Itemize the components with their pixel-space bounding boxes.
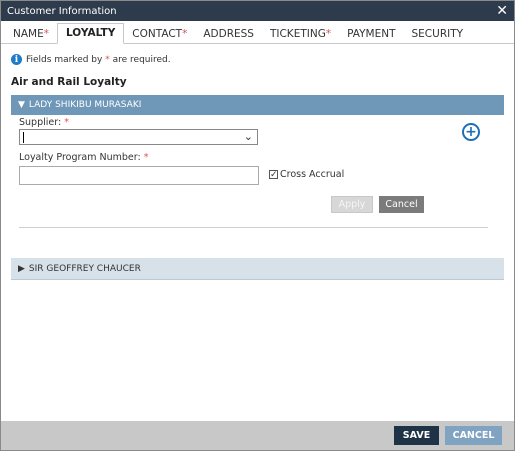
tab-label: NAME — [13, 28, 44, 40]
required-fields-notice: i Fields marked by * are required. — [11, 54, 514, 65]
tab-ticketing[interactable]: TICKETING* — [262, 25, 339, 43]
traveler-name: SIR GEOFFREY CHAUCER — [28, 263, 141, 274]
cancel-button[interactable]: CANCEL — [445, 426, 502, 445]
tab-address[interactable]: ADDRESS — [195, 25, 262, 43]
cross-accrual-option[interactable]: ✓ Cross Accrual — [269, 169, 344, 180]
required-marker: * — [105, 54, 110, 65]
required-marker: * — [43, 28, 49, 40]
loyalty-number-input[interactable] — [19, 166, 259, 185]
tab-label: SECURITY — [411, 28, 464, 40]
tab-contact[interactable]: CONTACT* — [124, 25, 195, 43]
tab-label: PAYMENT — [347, 28, 396, 40]
tab-label: TICKETING — [269, 28, 326, 40]
traveler-name: LADY SHIKIBU MURASAKI — [28, 100, 142, 110]
traveler-panel-header[interactable]: ▼ LADY SHIKIBU MURASAKI — [11, 95, 504, 115]
loyalty-form: Supplier: * ⌄ + Loyalty Program Number: … — [11, 115, 504, 245]
tab-label: CONTACT — [132, 28, 183, 40]
apply-button[interactable]: Apply — [331, 196, 373, 213]
window-title: Customer Information — [7, 5, 117, 17]
title-bar: Customer Information ✕ — [1, 1, 514, 21]
tab-bar: NAME* LOYALTY CONTACT* ADDRESS TICKETING… — [1, 21, 514, 44]
loyalty-number-label: Loyalty Program Number: * — [19, 152, 148, 163]
chevron-down-icon[interactable]: ⌄ — [244, 130, 253, 143]
label-text: Supplier: — [19, 117, 62, 128]
tab-loyalty[interactable]: LOYALTY — [56, 23, 125, 44]
text-cursor — [23, 132, 24, 143]
cancel-loyalty-button[interactable]: Cancel — [379, 196, 424, 213]
supplier-label: Supplier: * — [19, 117, 69, 128]
cross-accrual-label: Cross Accrual — [280, 169, 345, 180]
tab-security[interactable]: SECURITY — [404, 25, 472, 43]
caret-right-icon: ▶ — [18, 263, 25, 274]
tab-label: ADDRESS — [203, 28, 254, 40]
supplier-select[interactable]: ⌄ — [19, 129, 258, 145]
tab-name[interactable]: NAME* — [5, 25, 57, 43]
save-button[interactable]: SAVE — [394, 426, 439, 445]
customer-info-dialog: Customer Information ✕ NAME* LOYALTY CON… — [0, 0, 515, 451]
info-icon: i — [11, 54, 22, 65]
caret-down-icon: ▼ — [18, 100, 25, 110]
notice-text: are required. — [112, 54, 171, 65]
dialog-footer: SAVE CANCEL — [1, 421, 514, 450]
required-marker: * — [182, 28, 188, 40]
notice-text: Fields marked by — [26, 54, 103, 65]
required-marker: * — [143, 152, 149, 163]
required-marker: * — [64, 117, 69, 128]
divider — [19, 227, 488, 228]
tab-label: LOYALTY — [65, 27, 116, 39]
traveler-panel-header[interactable]: ▶ SIR GEOFFREY CHAUCER — [11, 258, 504, 280]
required-marker: * — [325, 28, 332, 40]
cross-accrual-checkbox[interactable]: ✓ — [269, 170, 278, 180]
tab-payment[interactable]: PAYMENT — [339, 25, 403, 43]
section-title: Air and Rail Loyalty — [11, 76, 127, 88]
close-icon[interactable]: ✕ — [496, 4, 508, 18]
add-loyalty-icon[interactable]: + — [462, 123, 480, 141]
label-text: Loyalty Program Number: — [19, 152, 141, 163]
